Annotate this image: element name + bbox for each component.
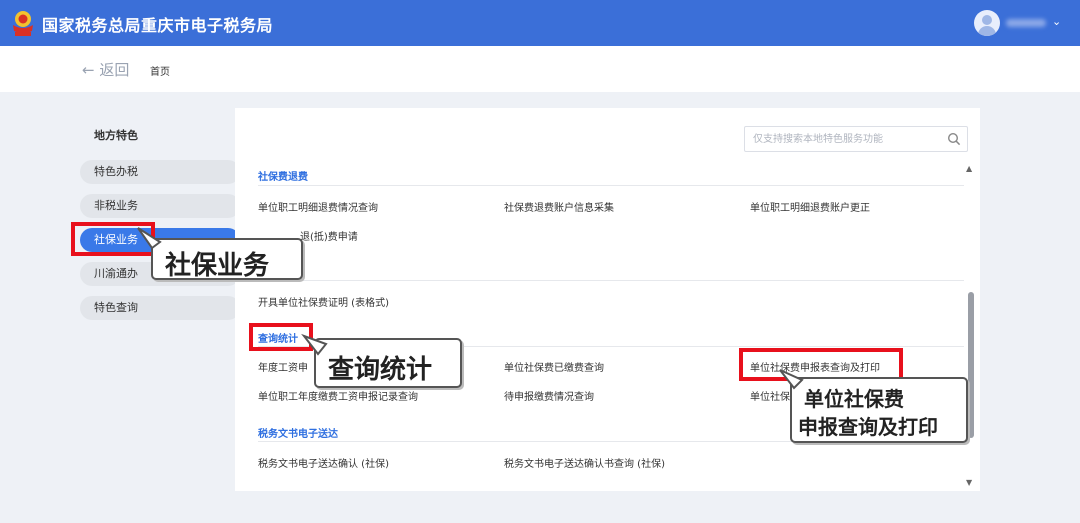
callout-text: 单位社保费 [804, 387, 904, 411]
search-input[interactable] [753, 131, 943, 147]
callout-query-stats: 查询统计 [314, 338, 462, 388]
callout-text: 申报查询及打印 [798, 415, 938, 439]
link-refund-account-correct[interactable]: 单位职工明细退费账户更正 [750, 199, 870, 214]
scroll-down-arrow-icon[interactable]: ▼ [966, 478, 972, 487]
sidebar-item-special-tax[interactable]: 特色办税 [80, 160, 240, 184]
callout-text: 社保业务 [165, 251, 270, 281]
callout-text: 查询统计 [328, 355, 433, 385]
link-pending-payment-query[interactable]: 待申报缴费情况查询 [504, 388, 594, 403]
breadcrumb: ← 返回 首页 [0, 46, 1080, 92]
link-refund-offset-apply[interactable]: 退(抵)费申请 [300, 228, 358, 243]
back-button[interactable]: ← 返回 [82, 59, 129, 80]
search-field[interactable] [744, 126, 968, 152]
sidebar-heading: 地方特色 [94, 129, 138, 142]
link-e-delivery-confirm-query[interactable]: 税务文书电子送达确认书查询 (社保) [504, 455, 665, 470]
chevron-down-icon[interactable]: ⌄ [1052, 15, 1061, 28]
callout-pointer-icon [301, 333, 328, 356]
divider [258, 280, 964, 281]
breadcrumb-home[interactable]: 首页 [150, 63, 170, 78]
scrollbar-thumb[interactable] [968, 292, 974, 438]
link-paid-query[interactable]: 单位社保费已缴费查询 [504, 359, 604, 374]
link-e-delivery-confirm[interactable]: 税务文书电子送达确认 (社保) [258, 455, 389, 470]
divider [258, 185, 964, 186]
user-menu[interactable]: ⌄ [974, 10, 1070, 36]
link-annual-wage-record-query[interactable]: 单位职工年度缴费工资申报记录查询 [258, 388, 418, 403]
link-issue-certificate[interactable]: 开具单位社保费证明 (表格式) [258, 294, 389, 309]
top-header: 国家税务总局重庆市电子税务局 ⌄ [0, 0, 1080, 46]
callout-pointer-icon [779, 369, 804, 390]
callout-declaration-print: 单位社保费 申报查询及打印 [790, 377, 968, 443]
scroll-up-arrow-icon[interactable]: ▲ [966, 164, 972, 173]
section-title-refund: 社保费退费 [258, 172, 308, 183]
app-title: 国家税务总局重庆市电子税务局 [42, 16, 274, 35]
callout-pointer-icon [137, 227, 162, 250]
sidebar-item-non-tax[interactable]: 非税业务 [80, 194, 240, 218]
avatar[interactable] [974, 10, 1000, 36]
tax-emblem-icon [13, 11, 33, 36]
callout-social-security: 社保业务 [151, 238, 303, 281]
link-annual-wage-declare[interactable]: 年度工资申 [258, 359, 308, 374]
section-title-e-delivery: 税务文书电子送达 [258, 429, 338, 440]
username-blurred [1006, 19, 1046, 27]
link-refund-account-collect[interactable]: 社保费退费账户信息采集 [504, 199, 614, 214]
link-refund-detail-query[interactable]: 单位职工明细退费情况查询 [258, 199, 378, 214]
sidebar-item-special-query[interactable]: 特色查询 [80, 296, 240, 320]
search-icon[interactable] [947, 132, 961, 146]
